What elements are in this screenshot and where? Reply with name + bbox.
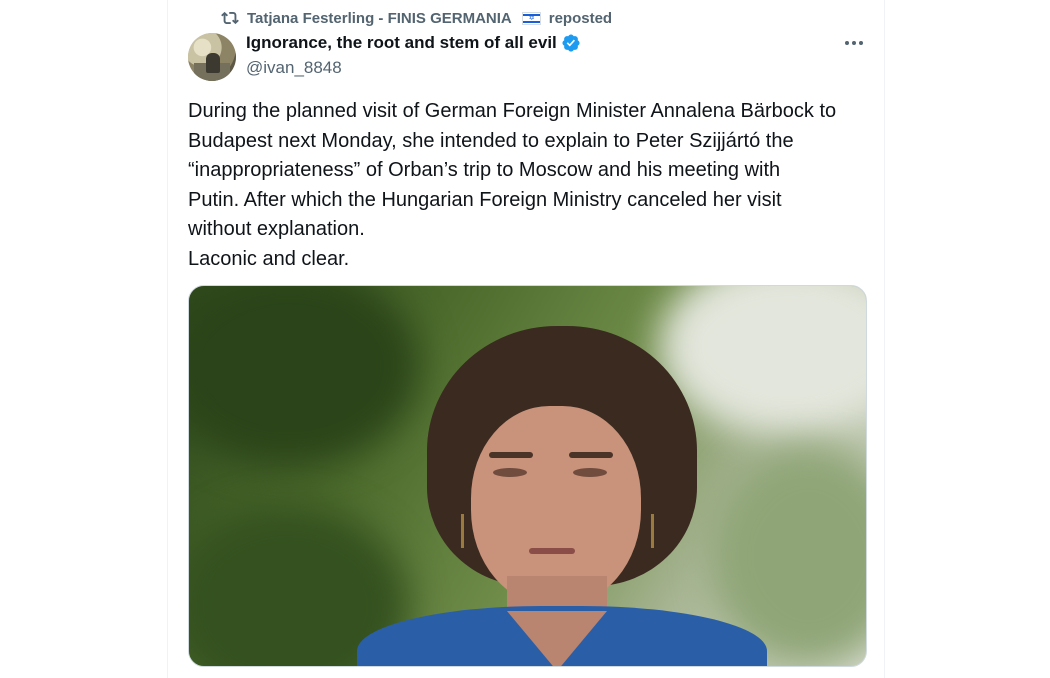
author-name[interactable]: Ignorance, the root and stem of all evil — [246, 33, 557, 53]
repost-label: reposted — [548, 9, 613, 27]
israel-flag-icon: ✡ — [521, 11, 541, 25]
author-handle[interactable]: @ivan_8848 — [246, 58, 342, 78]
more-options-icon — [845, 41, 849, 45]
repost-icon — [221, 11, 239, 25]
tweet-text: During the planned visit of German Forei… — [188, 100, 837, 270]
repost-indicator[interactable]: Tatjana Festerling - FINIS GERMANIA ✡ re… — [221, 8, 612, 28]
avatar[interactable] — [188, 33, 236, 81]
feed-column: Tatjana Festerling - FINIS GERMANIA ✡ re… — [167, 0, 885, 678]
more-options-button[interactable] — [842, 33, 866, 53]
author-row: Ignorance, the root and stem of all evil — [246, 33, 581, 53]
tweet-photo[interactable] — [188, 285, 867, 667]
verified-badge-icon[interactable] — [561, 33, 581, 53]
repost-user-name[interactable]: Tatjana Festerling - FINIS GERMANIA — [247, 10, 512, 27]
